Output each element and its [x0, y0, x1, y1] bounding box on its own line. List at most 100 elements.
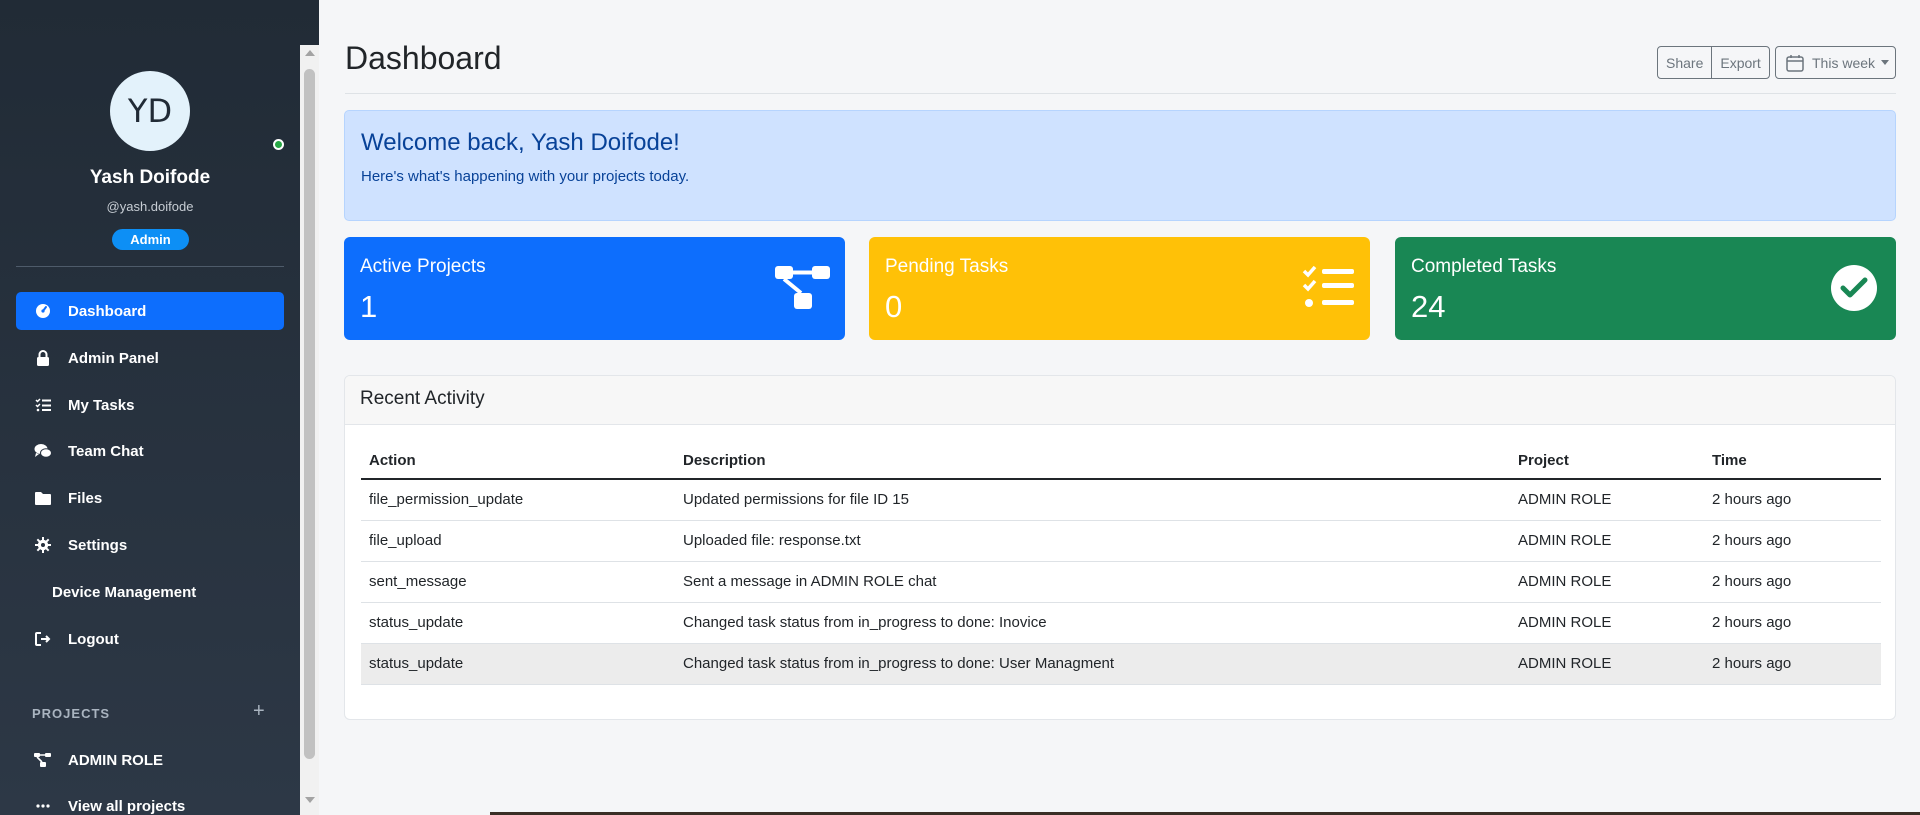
scroll-up-arrow-icon[interactable]	[305, 50, 315, 56]
sidebar-item-label: Admin Panel	[68, 349, 159, 367]
cell-time: 2 hours ago	[1704, 479, 1881, 521]
recent-activity-card: Recent Activity Action Description Proje…	[344, 375, 1896, 720]
sidebar-item-label: Team Chat	[68, 442, 144, 460]
project-item-label: View all projects	[68, 797, 186, 815]
project-diagram-icon	[32, 751, 54, 769]
export-button[interactable]: Export	[1711, 47, 1768, 78]
cell-time: 2 hours ago	[1704, 643, 1881, 685]
page-title: Dashboard	[345, 40, 502, 76]
sidebar-item-label: Settings	[68, 536, 128, 554]
cell-project: ADMIN ROLE	[1510, 561, 1704, 603]
stat-title: Active Projects	[360, 256, 486, 277]
welcome-subtitle: Here's what's happening with your projec…	[361, 168, 690, 185]
lock-icon	[32, 349, 54, 367]
view-all-projects-link[interactable]: View all projects	[16, 787, 284, 815]
share-export-group: Share Export	[1657, 46, 1770, 79]
sidebar-item-device-management[interactable]: Device Management	[16, 573, 284, 611]
stat-card-completed-tasks: Completed Tasks 24	[1395, 237, 1896, 340]
cell-description: Changed task status from in_progress to …	[675, 643, 1510, 685]
project-diagram-icon	[775, 263, 831, 313]
column-header: Project	[1510, 443, 1704, 480]
activity-table: Action Description Project Time file_per…	[361, 443, 1881, 685]
cell-description: Updated permissions for file ID 15	[675, 479, 1510, 521]
cell-project: ADMIN ROLE	[1510, 520, 1704, 562]
cell-project: ADMIN ROLE	[1510, 479, 1704, 521]
cell-time: 2 hours ago	[1704, 561, 1881, 603]
sidebar-item-dashboard[interactable]: Dashboard	[16, 292, 284, 330]
column-header: Description	[675, 443, 1510, 480]
stat-title: Pending Tasks	[885, 256, 1009, 277]
cell-time: 2 hours ago	[1704, 520, 1881, 562]
cell-action: file_permission_update	[361, 479, 675, 521]
share-button[interactable]: Share	[1658, 47, 1711, 78]
stat-value: 24	[1411, 289, 1446, 324]
sidebar-item-logout[interactable]: Logout	[16, 620, 284, 658]
cell-project: ADMIN ROLE	[1510, 602, 1704, 644]
stat-value: 1	[360, 289, 378, 324]
sidebar-item-label: Logout	[68, 630, 119, 648]
project-item-admin-role[interactable]: ADMIN ROLE	[16, 741, 284, 779]
date-range-label: This week	[1812, 54, 1876, 71]
gauge-icon	[32, 302, 54, 320]
table-row: status_update Changed task status from i…	[361, 643, 1881, 685]
role-badge: Admin	[112, 229, 189, 250]
cell-description: Uploaded file: response.txt	[675, 520, 1510, 562]
cell-action: status_update	[361, 643, 675, 685]
sidebar-item-files[interactable]: Files	[16, 479, 284, 517]
project-item-label: ADMIN ROLE	[68, 751, 163, 769]
logout-icon	[32, 630, 54, 648]
table-row: status_update Changed task status from i…	[361, 602, 1881, 644]
welcome-title: Welcome back, Yash Doifode!	[361, 129, 680, 156]
sidebar-divider	[16, 266, 284, 267]
user-handle: @yash.doifode	[106, 199, 194, 214]
stat-value: 0	[885, 289, 903, 324]
sidebar-item-my-tasks[interactable]: My Tasks	[16, 386, 284, 424]
welcome-alert: Welcome back, Yash Doifode! Here's what'…	[344, 110, 1896, 221]
tasks-icon	[32, 396, 54, 414]
table-row: file_permission_update Updated permissio…	[361, 479, 1881, 521]
projects-heading: PROJECTS	[32, 706, 111, 721]
cell-description: Changed task status from in_progress to …	[675, 602, 1510, 644]
check-circle-icon	[1826, 263, 1882, 313]
sidebar-item-label: Files	[68, 489, 103, 507]
stat-title: Completed Tasks	[1411, 256, 1557, 277]
column-header: Action	[361, 443, 675, 480]
column-header: Time	[1704, 443, 1881, 480]
cell-action: sent_message	[361, 561, 675, 603]
cell-project: ADMIN ROLE	[1510, 643, 1704, 685]
table-header-row: Action Description Project Time	[361, 443, 1881, 480]
sidebar-scrollbar[interactable]	[300, 45, 319, 815]
online-status-indicator	[273, 139, 284, 150]
sidebar-item-settings[interactable]: Settings	[16, 526, 284, 564]
folder-icon	[32, 489, 54, 507]
scroll-down-arrow-icon[interactable]	[305, 797, 315, 803]
chevron-down-icon	[1881, 60, 1890, 65]
ellipsis-icon	[32, 797, 54, 815]
date-range-dropdown[interactable]: This week	[1775, 46, 1896, 79]
sidebar-item-label: My Tasks	[68, 396, 135, 414]
sidebar-item-label: Device Management	[52, 583, 197, 601]
stat-card-pending-tasks: Pending Tasks 0	[869, 237, 1370, 340]
sidebar-item-admin-panel[interactable]: Admin Panel	[16, 339, 284, 377]
tasks-icon	[1300, 263, 1356, 313]
scrollbar-thumb[interactable]	[304, 69, 315, 759]
avatar[interactable]: YD	[110, 71, 190, 151]
stat-card-active-projects: Active Projects 1	[344, 237, 845, 340]
gear-icon	[32, 536, 54, 554]
table-row: sent_message Sent a message in ADMIN ROL…	[361, 561, 1881, 603]
sidebar-item-team-chat[interactable]: Team Chat	[16, 432, 284, 470]
chat-icon	[32, 442, 54, 460]
sidebar: YD Yash Doifode @yash.doifode Admin Dash…	[0, 0, 319, 815]
cell-description: Sent a message in ADMIN ROLE chat	[675, 561, 1510, 603]
calendar-icon	[1786, 53, 1806, 73]
cell-action: file_upload	[361, 520, 675, 562]
card-title: Recent Activity	[360, 388, 485, 409]
add-project-icon[interactable]: +	[253, 700, 265, 723]
cell-action: status_update	[361, 602, 675, 644]
table-row: file_upload Uploaded file: response.txt …	[361, 520, 1881, 562]
sidebar-content: YD Yash Doifode @yash.doifode Admin Dash…	[0, 0, 300, 815]
user-name: Yash Doifode	[89, 167, 211, 188]
card-header: Recent Activity	[345, 376, 1895, 425]
cell-time: 2 hours ago	[1704, 602, 1881, 644]
header-divider	[345, 93, 1896, 94]
